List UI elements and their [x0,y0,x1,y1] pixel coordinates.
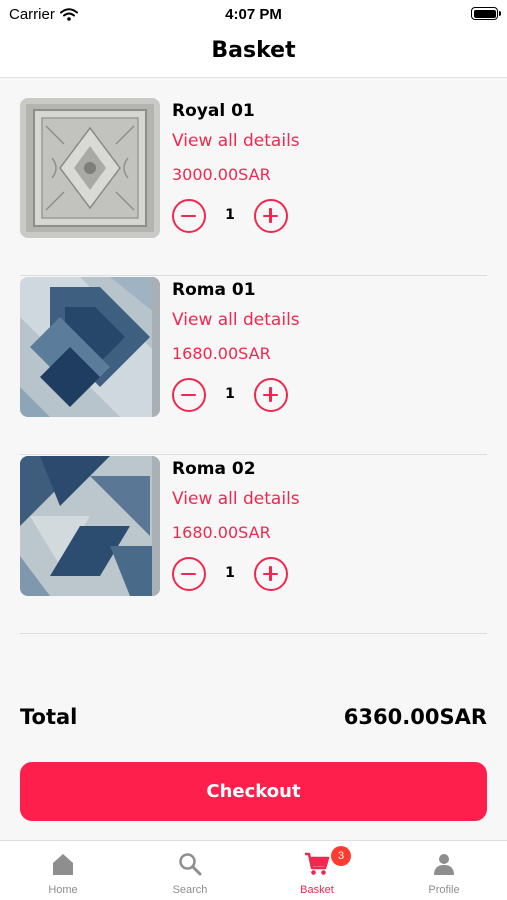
tab-search[interactable]: Search [127,841,253,900]
product-name: Roma 02 [172,459,256,479]
tab-profile[interactable]: Profile [381,841,507,900]
decrease-quantity-button[interactable] [172,378,206,412]
minus-icon [181,572,196,575]
checkout-button[interactable]: Checkout [20,762,487,821]
minus-icon [181,214,196,217]
quantity-value: 1 [225,207,235,223]
quantity-stepper: 1 [172,557,292,593]
cart-icon [305,852,330,875]
basket-item: Roma 02 View all details 1680.00SAR 1 [20,456,487,634]
status-bar: Carrier 4:07 PM [0,0,507,30]
product-name: Roma 01 [172,280,256,300]
quantity-stepper: 1 [172,199,292,235]
total-label: Total [20,705,78,729]
profile-icon [434,854,454,875]
tab-label: Home [48,884,78,896]
product-name: Royal 01 [172,101,255,121]
tab-basket[interactable]: 3 Basket [254,841,380,900]
product-image[interactable] [20,98,160,238]
increase-quantity-button[interactable] [254,557,288,591]
battery-icon [471,7,501,20]
tab-label: Profile [428,884,460,896]
status-time: 4:07 PM [225,6,282,23]
decrease-quantity-button[interactable] [172,199,206,233]
view-details-link[interactable]: View all details [172,310,300,330]
view-details-link[interactable]: View all details [172,489,300,509]
product-image[interactable] [20,456,160,596]
product-price: 3000.00SAR [172,165,271,184]
tab-label: Basket [300,884,334,896]
navigation-bar: Basket [0,30,507,78]
product-image[interactable] [20,277,160,417]
quantity-value: 1 [225,386,235,402]
basket-item: Royal 01 View all details 3000.00SAR 1 [20,98,487,276]
quantity-value: 1 [225,565,235,581]
tab-home[interactable]: Home [0,841,126,900]
increase-quantity-button[interactable] [254,378,288,412]
search-icon [179,853,202,876]
tab-label: Search [172,884,208,896]
view-details-link[interactable]: View all details [172,131,300,151]
basket-item: Roma 01 View all details 1680.00SAR 1 [20,277,487,455]
product-price: 1680.00SAR [172,523,271,542]
tab-bar: Home Search 3 Basket Profile [0,840,507,900]
increase-quantity-button[interactable] [254,199,288,233]
cart-count-badge: 3 [331,846,351,866]
home-icon [53,854,73,875]
quantity-stepper: 1 [172,378,292,414]
total-value: 6360.00SAR [343,705,487,729]
decrease-quantity-button[interactable] [172,557,206,591]
minus-icon [181,393,196,396]
product-price: 1680.00SAR [172,344,271,363]
page-title: Basket [211,38,296,63]
